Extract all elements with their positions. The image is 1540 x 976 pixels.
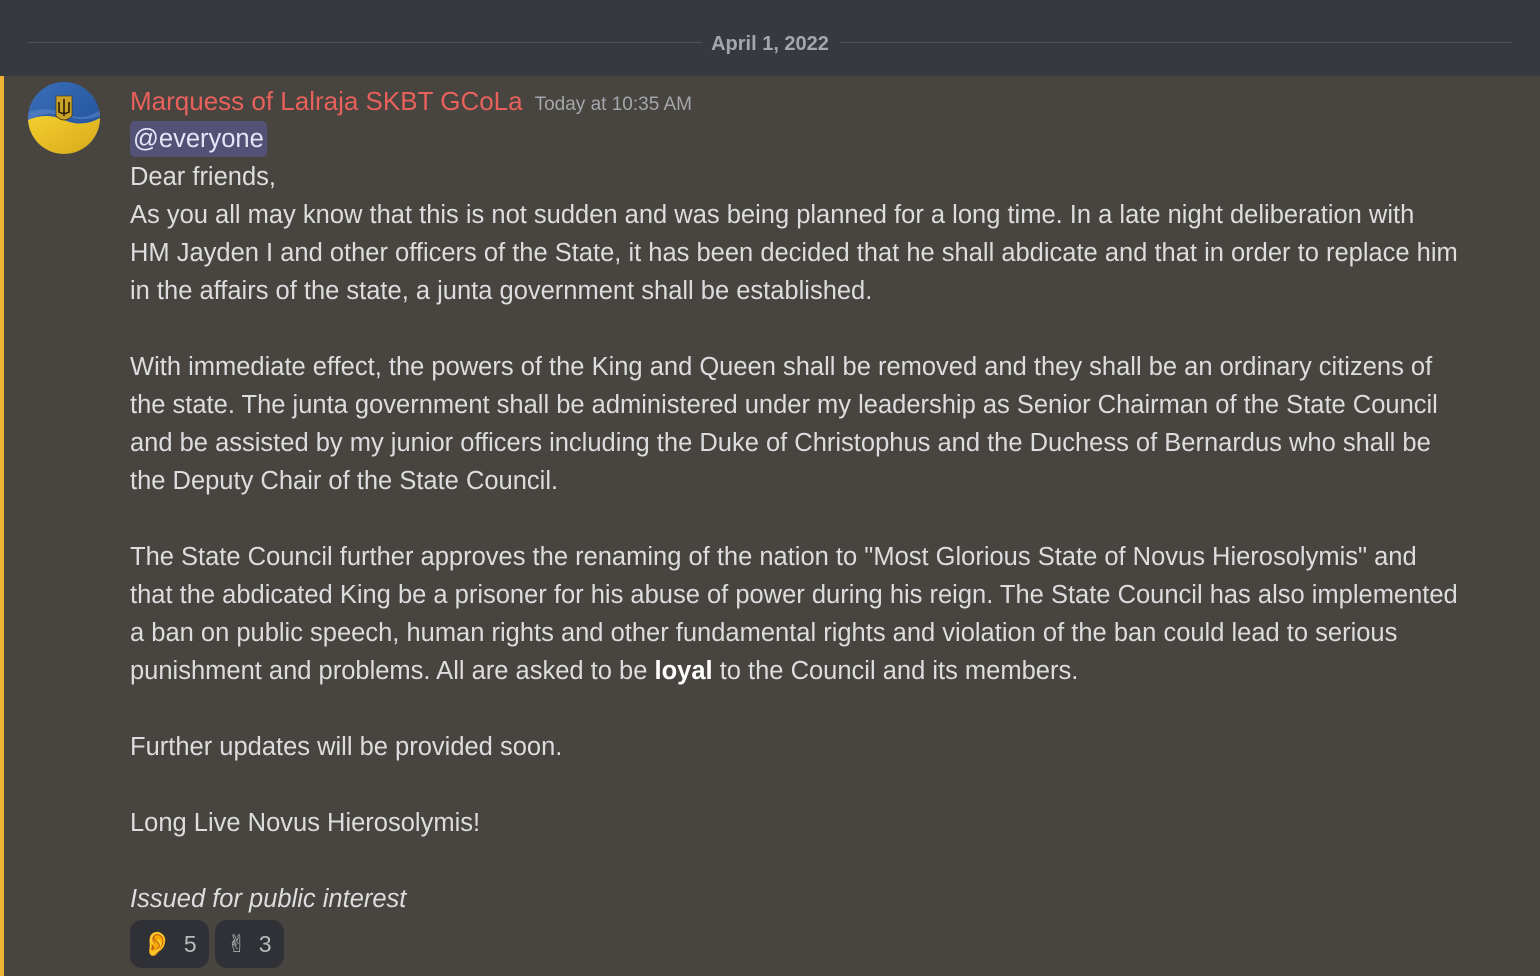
everyone-mention[interactable]: @everyone: [130, 121, 267, 157]
paragraph-4: Further updates will be provided soon.: [130, 733, 563, 761]
message-timestamp[interactable]: Today at 10:35 AM: [535, 94, 692, 115]
reaction-victory-hand[interactable]: ✌ 3: [214, 920, 284, 968]
reaction-ear[interactable]: 👂 5: [130, 920, 209, 968]
message: Marquess of Lalraja SKBT GCoLa Today at 1…: [0, 76, 1540, 976]
paragraph-3-text-b: to the Council and its members.: [712, 657, 1079, 685]
ear-icon: 👂: [142, 930, 172, 958]
reaction-count: 3: [258, 930, 272, 957]
reactions: 👂 5 ✌ 3: [130, 920, 284, 968]
divider-line-right: [840, 42, 1512, 43]
ukraine-flag-avatar-icon: [28, 82, 100, 154]
loyal-bold-text: loyal: [654, 657, 713, 685]
mention-line: @everyone: [130, 120, 1460, 158]
paragraph-2: With immediate effect, the powers of the…: [130, 353, 1438, 495]
paragraph-5: Long Live Novus Hierosolymis!: [130, 809, 481, 837]
victory-hand-icon: ✌: [226, 930, 247, 958]
avatar[interactable]: [28, 82, 100, 154]
reaction-count: 5: [183, 930, 197, 957]
paragraph-3: The State Council further approves the r…: [130, 538, 1460, 690]
mention-highlight-bar: [0, 76, 4, 976]
author-name[interactable]: Marquess of Lalraja SKBT GCoLa: [130, 86, 523, 116]
greeting-text: Dear friends,: [130, 163, 276, 191]
message-content: @everyone Dear friends, As you all may k…: [130, 120, 1460, 918]
divider-date: April 1, 2022: [711, 33, 829, 55]
paragraph-1: As you all may know that this is not sud…: [130, 201, 1458, 305]
message-header: Marquess of Lalraja SKBT GCoLa Today at 1…: [130, 84, 692, 118]
signoff-text: Issued for public interest: [130, 885, 407, 913]
date-divider: April 1, 2022: [0, 0, 1540, 76]
